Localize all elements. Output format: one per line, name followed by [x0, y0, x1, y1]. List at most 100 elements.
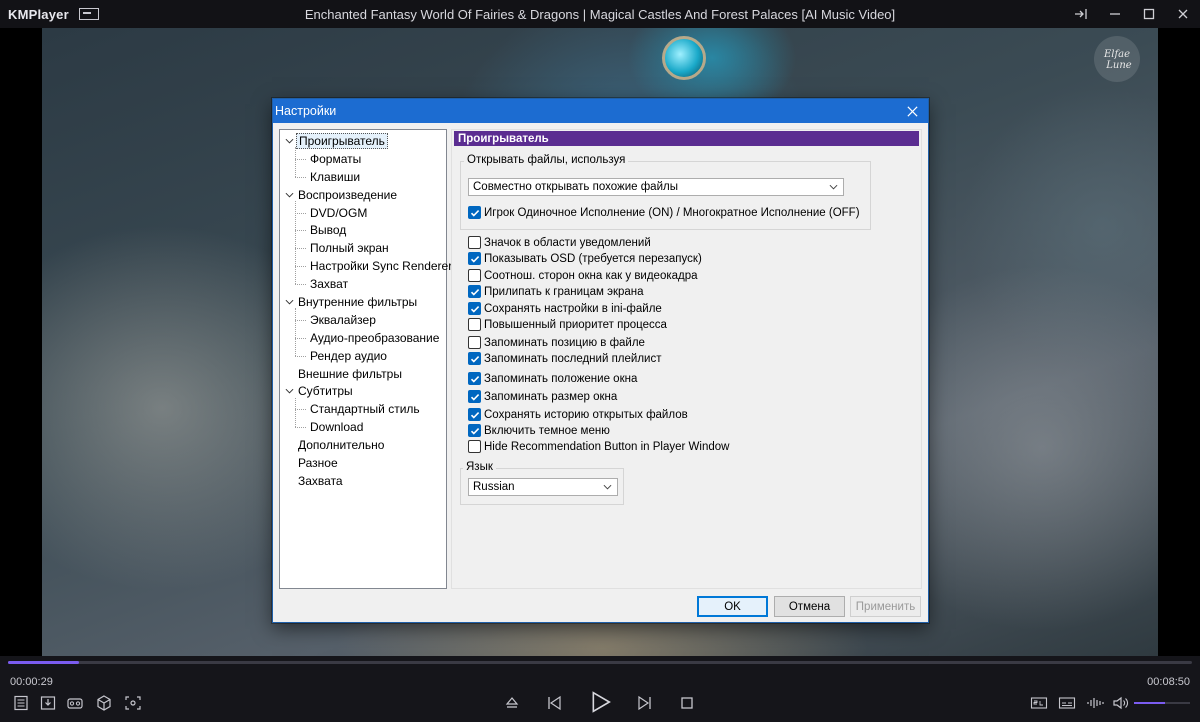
- tree-item[interactable]: Эквалайзер: [280, 311, 446, 329]
- option-checkbox[interactable]: Прилипать к границам экрана: [468, 285, 644, 298]
- tree-item[interactable]: Проигрыватель: [280, 132, 446, 150]
- chevron-down-icon[interactable]: [282, 134, 296, 148]
- tree-leaf-icon: [282, 438, 296, 452]
- control-bar: 00:00:29 00:08:50: [0, 656, 1200, 722]
- option-label: Сохранять настройки в ini-файле: [484, 302, 662, 315]
- ok-button[interactable]: OK: [697, 596, 768, 617]
- tree-item[interactable]: Настройки Sync Renderer: [280, 257, 452, 275]
- checkbox-unchecked-icon: [468, 269, 481, 282]
- panel-header: Проигрыватель: [454, 131, 919, 146]
- tree-item-label: Клавиши: [310, 169, 361, 184]
- tree-item[interactable]: Дополнительно: [280, 436, 446, 454]
- tree-item[interactable]: Полный экран: [280, 239, 446, 257]
- equalizer-icon[interactable]: [1084, 692, 1106, 714]
- cancel-button[interactable]: Отмена: [774, 596, 845, 617]
- subtitles-icon[interactable]: [1056, 692, 1078, 714]
- option-checkbox[interactable]: Запоминать положение окна: [468, 372, 637, 385]
- surround-sound-icon[interactable]: [1028, 692, 1050, 714]
- tree-item-label: Аудио-преобразование: [310, 330, 440, 345]
- capture-icon[interactable]: [122, 692, 144, 714]
- option-checkbox[interactable]: Запоминать последний плейлист: [468, 352, 661, 365]
- volume-icon[interactable]: [1110, 692, 1132, 714]
- option-label: Hide Recommendation Button in Player Win…: [484, 440, 730, 453]
- tree-item[interactable]: Субтитры: [280, 382, 446, 400]
- option-checkbox[interactable]: Запоминать позицию в файле: [468, 336, 645, 349]
- tree-item-label: Стандартный стиль: [310, 402, 420, 417]
- tree-item[interactable]: Захвата: [280, 472, 446, 490]
- option-checkbox[interactable]: Соотнош. сторон окна как у видеокадра: [468, 269, 698, 282]
- tree-item-label: Полный экран: [310, 241, 389, 256]
- option-label: Запоминать позицию в файле: [484, 336, 645, 349]
- option-checkbox[interactable]: Значок в области уведомлений: [468, 236, 651, 249]
- tree-item[interactable]: Стандартный стиль: [280, 400, 446, 418]
- tree-item-label: Воспроизведение: [298, 187, 398, 202]
- option-checkbox[interactable]: Включить темное меню: [468, 424, 610, 437]
- window-controls: [1064, 0, 1200, 28]
- minimize-icon[interactable]: [1098, 0, 1132, 28]
- option-checkbox[interactable]: Повышенный приоритет процесса: [468, 318, 667, 331]
- option-checkbox[interactable]: Hide Recommendation Button in Player Win…: [468, 440, 729, 453]
- close-icon[interactable]: [1166, 0, 1200, 28]
- language-combo[interactable]: Russian: [468, 478, 618, 496]
- tree-item[interactable]: DVD/OGM: [280, 204, 446, 222]
- tree-item[interactable]: Захват: [280, 275, 446, 293]
- option-checkbox[interactable]: Сохранять настройки в ini-файле: [468, 302, 662, 315]
- pin-icon[interactable]: [1064, 0, 1098, 28]
- tree-item-label: Субтитры: [298, 384, 353, 399]
- tree-item[interactable]: Разное: [280, 454, 446, 472]
- option-checkbox[interactable]: Запоминать размер окна: [468, 390, 617, 403]
- tree-item[interactable]: Вывод: [280, 221, 446, 239]
- open-files-combo[interactable]: Совместно открывать похожие файлы: [468, 178, 844, 196]
- vr-icon[interactable]: [64, 692, 86, 714]
- tree-connector: [295, 176, 306, 178]
- previous-icon[interactable]: [543, 692, 565, 714]
- tree-guide-line: [295, 308, 296, 356]
- chevron-down-icon[interactable]: [282, 384, 296, 398]
- mini-mode-icon[interactable]: [78, 8, 99, 20]
- volume-level: [1134, 702, 1165, 704]
- chevron-down-icon[interactable]: [282, 295, 296, 309]
- tree-guide-line: [295, 397, 296, 428]
- tree-connector: [295, 248, 306, 250]
- tree-item-label: Настройки Sync Renderer: [310, 259, 453, 274]
- playlist-icon[interactable]: [10, 692, 32, 714]
- option-checkbox[interactable]: Показывать OSD (требуется перезапуск): [468, 252, 702, 265]
- tree-item[interactable]: Аудио-преобразование: [280, 329, 446, 347]
- tree-item[interactable]: Клавиши: [280, 168, 446, 186]
- tree-connector: [295, 427, 306, 429]
- option-label: Повышенный приоритет процесса: [484, 318, 667, 331]
- tree-item[interactable]: Форматы: [280, 150, 446, 168]
- tree-item-label: Рендер аудио: [310, 348, 387, 363]
- single-instance-checkbox[interactable]: Игрок Одиночное Исполнение (ON) / Многок…: [468, 206, 860, 219]
- next-icon[interactable]: [634, 692, 656, 714]
- tree-item[interactable]: Внешние фильтры: [280, 365, 446, 383]
- 3d-cube-icon[interactable]: [93, 692, 115, 714]
- tree-item[interactable]: Рендер аудио: [280, 347, 446, 365]
- apply-button[interactable]: Применить: [850, 596, 921, 617]
- chevron-down-icon: [829, 182, 838, 192]
- checkbox-checked-icon: [468, 424, 481, 437]
- eject-icon[interactable]: [501, 692, 523, 714]
- tree-item[interactable]: Воспроизведение: [280, 186, 446, 204]
- option-checkbox[interactable]: Сохранять историю открытых файлов: [468, 408, 688, 421]
- seek-bar[interactable]: [8, 661, 1192, 664]
- tree-item[interactable]: Внутренние фильтры: [280, 293, 446, 311]
- maximize-icon[interactable]: [1132, 0, 1166, 28]
- checkbox-checked-icon: [468, 352, 481, 365]
- language-caption: Язык: [463, 461, 496, 473]
- play-icon[interactable]: [586, 688, 614, 716]
- dialog-title-bar[interactable]: Настройки: [273, 99, 928, 123]
- download-icon[interactable]: [37, 692, 59, 714]
- option-label: Запоминать последний плейлист: [484, 352, 662, 365]
- total-time: 00:08:50: [1147, 676, 1190, 688]
- tree-item[interactable]: Download: [280, 418, 446, 436]
- dialog-close-icon[interactable]: [902, 101, 922, 121]
- settings-tree[interactable]: Проигрыватель Форматы Клавиши Воспроизведен…: [279, 129, 452, 589]
- volume-slider[interactable]: [1134, 702, 1190, 704]
- app-logo[interactable]: KMPlayer: [8, 7, 69, 22]
- checkbox-checked-icon: [468, 390, 481, 403]
- tree-item-label: Download: [310, 420, 364, 435]
- checkbox-checked-icon: [468, 206, 481, 219]
- stop-icon[interactable]: [676, 692, 698, 714]
- chevron-down-icon[interactable]: [282, 188, 296, 202]
